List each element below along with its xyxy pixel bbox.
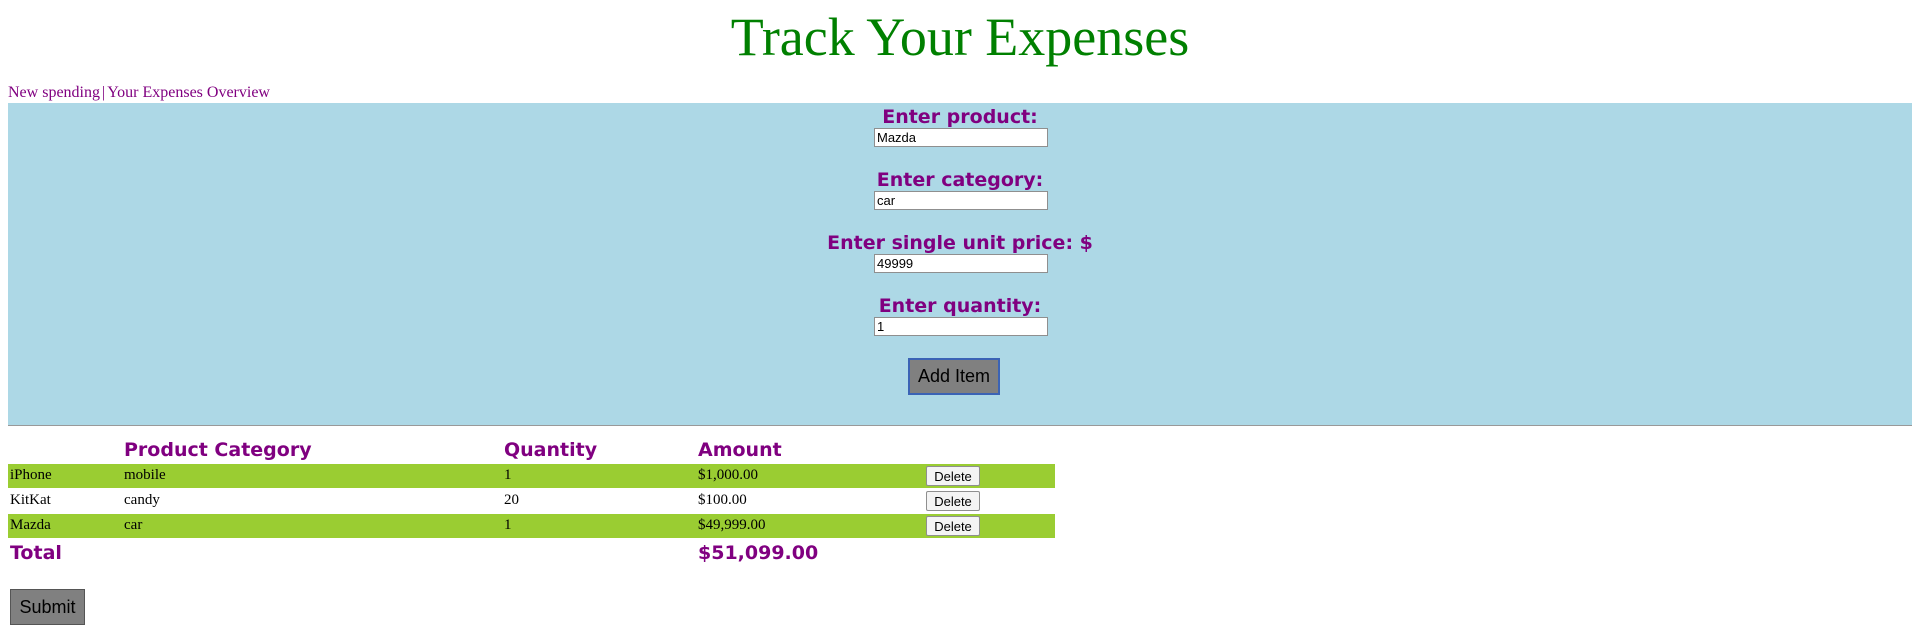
quantity-cell: 1: [504, 467, 512, 483]
table-row: KitKat candy 20 $100.00 Delete: [8, 489, 1055, 513]
amount-cell: $100.00: [698, 492, 747, 508]
header-amount: Amount: [698, 439, 782, 461]
add-item-button[interactable]: Add Item: [908, 358, 1000, 395]
category-label: Enter category:: [876, 169, 1044, 191]
total-label: Total: [10, 542, 62, 564]
nav-links: New spending | Your Expenses Overview: [8, 84, 270, 102]
quantity-input[interactable]: [874, 317, 1048, 336]
product-cell: iPhone: [10, 467, 52, 483]
table-row: Mazda car 1 $49,999.00 Delete: [8, 514, 1055, 538]
total-value: $51,099.00: [698, 542, 819, 564]
category-cell: mobile: [124, 467, 166, 483]
header-product-category: Product Category: [124, 439, 312, 461]
category-cell: car: [124, 517, 143, 533]
delete-button[interactable]: Delete: [926, 491, 980, 511]
quantity-cell: 1: [504, 517, 512, 533]
expense-form-panel: Enter product: Enter category: Enter sin…: [8, 103, 1912, 426]
nav-link-expenses-overview[interactable]: Your Expenses Overview: [107, 84, 270, 101]
category-cell: candy: [124, 492, 160, 508]
price-input[interactable]: [874, 254, 1048, 273]
product-label: Enter product:: [882, 106, 1038, 128]
page-title: Track Your Expenses: [730, 7, 1190, 67]
amount-cell: $1,000.00: [698, 467, 758, 483]
submit-button[interactable]: Submit: [10, 589, 85, 625]
nav-separator: |: [101, 84, 106, 101]
price-label: Enter single unit price: $: [827, 232, 1093, 254]
header-quantity: Quantity: [504, 439, 598, 461]
product-cell: Mazda: [10, 517, 51, 533]
quantity-label: Enter quantity:: [878, 295, 1042, 317]
product-cell: KitKat: [10, 492, 51, 508]
delete-button[interactable]: Delete: [926, 516, 980, 536]
category-input[interactable]: [874, 191, 1048, 210]
nav-link-new-spending[interactable]: New spending: [8, 84, 100, 101]
delete-button[interactable]: Delete: [926, 466, 980, 486]
product-input[interactable]: [874, 128, 1048, 147]
amount-cell: $49,999.00: [698, 517, 766, 533]
table-row: iPhone mobile 1 $1,000.00 Delete: [8, 464, 1055, 488]
quantity-cell: 20: [504, 492, 519, 508]
